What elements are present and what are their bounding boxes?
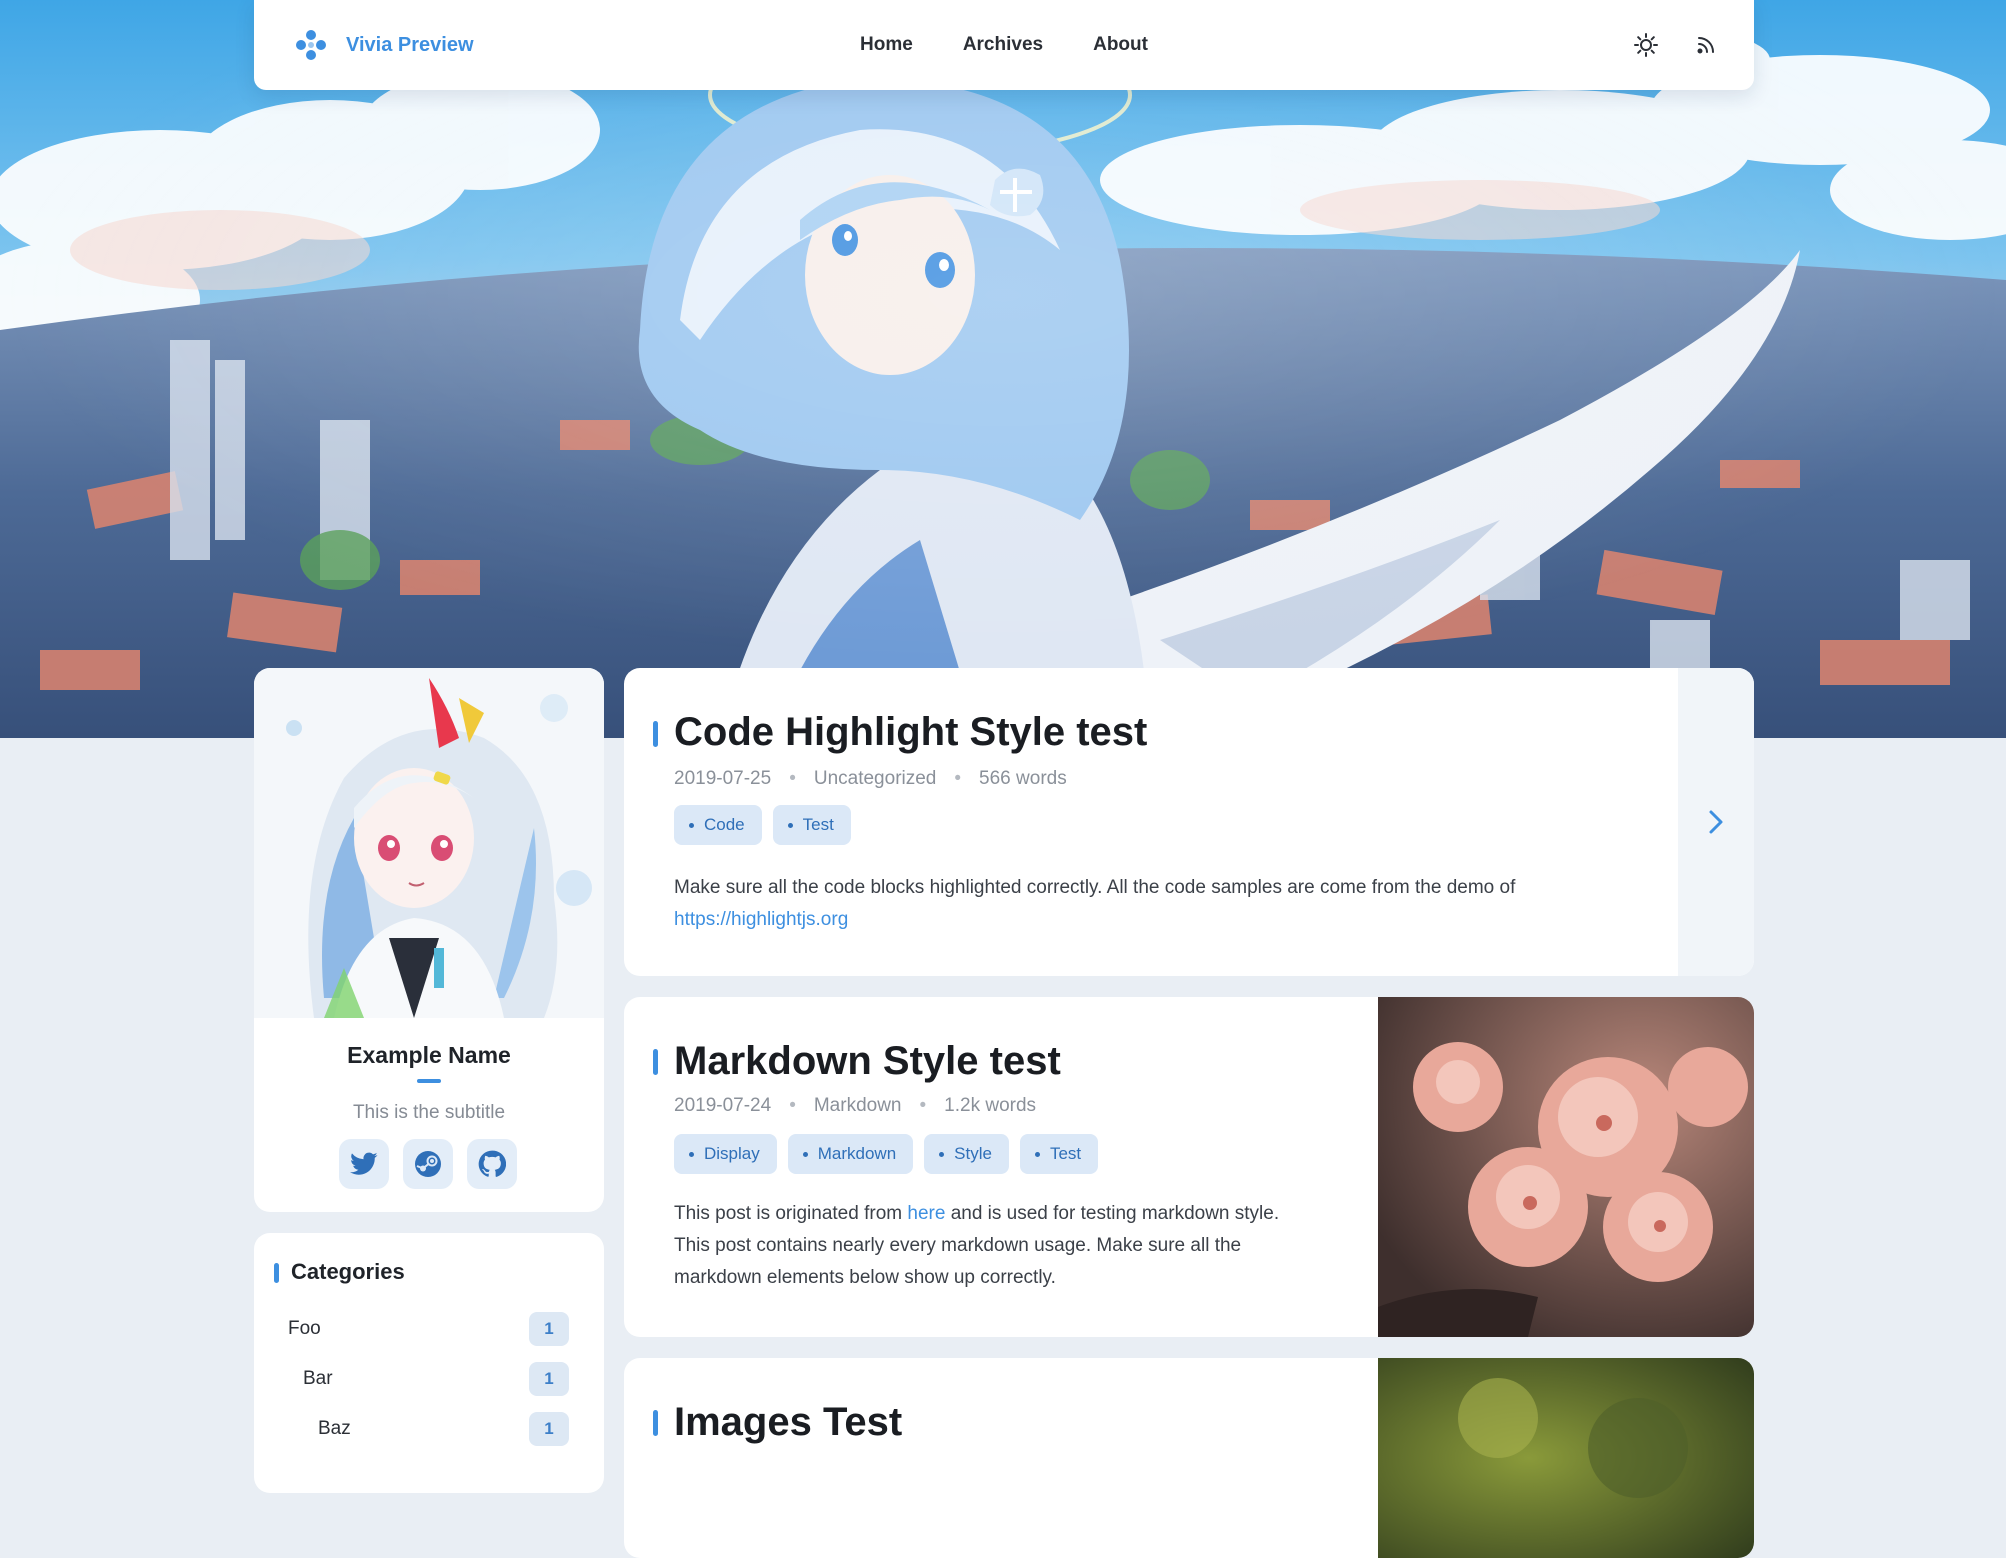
post-excerpt: This post is originated from here and is… xyxy=(674,1198,1354,1294)
twitter-icon xyxy=(350,1152,378,1175)
categories-card: Categories Foo 1 Bar 1 Baz 1 xyxy=(254,1233,604,1493)
post-category[interactable]: Uncategorized xyxy=(814,768,937,789)
read-more-button[interactable] xyxy=(1678,668,1754,976)
post-excerpt-text: Make sure all the code blocks highlighte… xyxy=(674,877,1516,898)
rss-icon[interactable] xyxy=(1690,29,1722,61)
post-title-bar xyxy=(653,1410,658,1436)
profile-card xyxy=(254,668,604,1212)
post-excerpt-text: and is used for testing markdown style. xyxy=(950,1203,1280,1224)
post-card: Images Test xyxy=(624,1358,1754,1558)
post-word-count: 566 words xyxy=(979,768,1067,789)
post-title[interactable]: Images Test xyxy=(674,1400,902,1445)
tag-chip[interactable]: Style xyxy=(924,1134,1009,1174)
github-icon xyxy=(478,1150,506,1177)
post-category[interactable]: Markdown xyxy=(814,1095,902,1116)
brand-logo-icon xyxy=(296,30,326,60)
post-date: 2019-07-24 xyxy=(674,1095,772,1116)
avatar xyxy=(254,668,604,1018)
top-navbar: Vivia Preview Home Archives About xyxy=(254,0,1754,90)
social-links xyxy=(339,1139,517,1189)
category-item-bar[interactable]: Bar 1 xyxy=(254,1362,604,1396)
tag-chip[interactable]: Markdown xyxy=(787,1134,914,1174)
tag-chip[interactable]: Test xyxy=(772,805,851,845)
hero-banner-image xyxy=(0,0,2006,738)
theme-toggle-sun-icon[interactable] xyxy=(1630,29,1662,61)
post-excerpt-text: This post contains nearly every markdown… xyxy=(674,1235,1242,1256)
post-excerpt-link[interactable]: https://highlightjs.org xyxy=(674,909,848,930)
steam-link[interactable] xyxy=(403,1139,453,1189)
post-tags: Display Markdown Style Test xyxy=(674,1134,1099,1174)
chevron-right-icon xyxy=(1709,810,1723,834)
category-count: 1 xyxy=(529,1312,569,1346)
post-word-count: 1.2k words xyxy=(944,1095,1037,1116)
brand-name: Vivia Preview xyxy=(346,33,474,56)
github-link[interactable] xyxy=(467,1139,517,1189)
category-item-foo[interactable]: Foo 1 xyxy=(254,1312,604,1346)
category-count: 1 xyxy=(529,1362,569,1396)
tag-chip[interactable]: Display xyxy=(674,1134,777,1174)
category-count: 1 xyxy=(529,1412,569,1446)
post-excerpt: Make sure all the code blocks highlighte… xyxy=(674,872,1634,936)
profile-name: Example Name xyxy=(347,1042,511,1068)
post-title[interactable]: Markdown Style test xyxy=(674,1039,1061,1084)
post-excerpt-link[interactable]: here xyxy=(907,1203,945,1224)
post-date: 2019-07-25 xyxy=(674,768,772,789)
category-label: Bar xyxy=(303,1368,333,1389)
post-card: Markdown Style test 2019-07-24 • Markdown •… xyxy=(624,997,1754,1337)
post-cover-image[interactable] xyxy=(1378,997,1754,1337)
categories-title-bar xyxy=(274,1263,279,1283)
post-title-bar xyxy=(653,721,658,747)
nav-link-archives[interactable]: Archives xyxy=(963,34,1043,56)
post-excerpt-text: markdown elements below show up correctl… xyxy=(674,1267,1056,1288)
brand[interactable]: Vivia Preview xyxy=(294,28,474,62)
tag-chip[interactable]: Test xyxy=(1019,1134,1099,1174)
post-meta: 2019-07-24 • Markdown • 1.2k words xyxy=(674,1095,1037,1116)
post-tags: Code Test xyxy=(674,805,851,845)
category-label: Foo xyxy=(288,1318,321,1339)
profile-name-underline xyxy=(417,1079,441,1083)
nav-link-about[interactable]: About xyxy=(1093,34,1148,56)
post-cover-image[interactable] xyxy=(1378,1358,1754,1558)
nav-link-home[interactable]: Home xyxy=(860,34,913,56)
post-meta: 2019-07-25 • Uncategorized • 566 words xyxy=(674,768,1067,789)
nav-links: Home Archives About xyxy=(254,0,1754,90)
steam-icon xyxy=(415,1151,441,1177)
category-label: Baz xyxy=(318,1418,351,1439)
post-title[interactable]: Code Highlight Style test xyxy=(674,710,1147,755)
category-item-baz[interactable]: Baz 1 xyxy=(254,1412,604,1446)
twitter-link[interactable] xyxy=(339,1139,389,1189)
post-card: Code Highlight Style test 2019-07-25 • Unc… xyxy=(624,668,1754,976)
post-excerpt-text: This post is originated from xyxy=(674,1203,903,1224)
post-title-bar xyxy=(653,1049,658,1075)
tag-chip[interactable]: Code xyxy=(674,805,762,845)
profile-subtitle: This is the subtitle xyxy=(352,1102,506,1123)
categories-title: Categories xyxy=(291,1259,405,1284)
